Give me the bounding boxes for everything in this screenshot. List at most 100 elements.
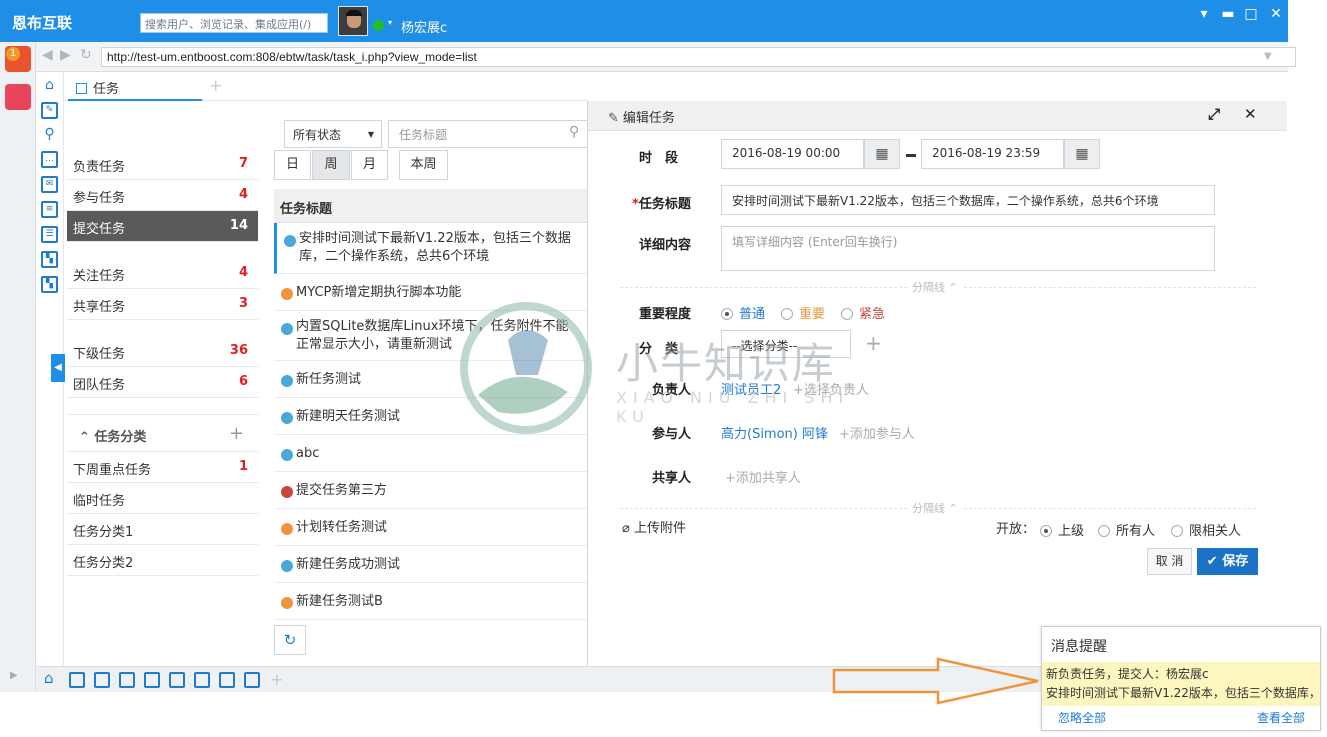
category-item[interactable]: 任务分类2 xyxy=(67,545,258,576)
calendar-icon[interactable]: ▦ xyxy=(1064,139,1100,169)
back-icon[interactable]: ◀ xyxy=(42,47,53,63)
tree-app-icon[interactable] xyxy=(5,84,31,110)
start-time-input[interactable]: 2016-08-19 00:00 xyxy=(721,139,864,169)
menu-item-responsible[interactable]: 负责任务 7 xyxy=(67,149,258,180)
minimize-icon[interactable]: ▬ xyxy=(1220,6,1236,22)
cancel-button[interactable]: 取 消 xyxy=(1147,548,1192,575)
view-day-button[interactable]: 日 xyxy=(274,150,311,180)
task-row[interactable]: 安排时间测试下最新V1.22版本，包括三个数据库，二个操作系统，总共6个环境 xyxy=(274,223,588,274)
refresh-icon[interactable]: ↻ xyxy=(274,625,306,655)
category-item[interactable]: 下周重点任务 1 xyxy=(67,452,258,483)
add-tab-icon[interactable]: + xyxy=(209,76,222,95)
menu-item-participate[interactable]: 参与任务 4 xyxy=(67,180,258,211)
search-icon[interactable]: ⚲ xyxy=(41,126,58,143)
avatar[interactable] xyxy=(338,6,368,36)
grid-icon[interactable]: ▚ xyxy=(41,251,58,268)
notification-message[interactable]: 新负责任务，提交人：杨宏展c 安排时间测试下最新V1.22版本，包括三个数据库，… xyxy=(1042,662,1320,706)
select-owner-link[interactable]: +选择负责人 xyxy=(793,379,869,398)
user-name[interactable]: 杨宏展c xyxy=(401,17,447,36)
task-title-input[interactable]: 安排时间测试下最新V1.22版本，包括三个数据库，二个操作系统，总共6个环境 xyxy=(721,185,1215,215)
task-row[interactable]: 新建任务成功测试 xyxy=(274,546,588,583)
url-dropdown-icon[interactable]: ▼ xyxy=(1264,51,1272,62)
separator-toggle[interactable]: 分隔线 ⌃ xyxy=(908,279,962,295)
menu-item-team[interactable]: 团队任务 6 xyxy=(67,367,258,398)
mail-icon[interactable]: ✉ xyxy=(41,176,58,193)
task-row[interactable]: 内置SQLite数据库Linux环境下，任务附件不能正常显示大小，请重新测试 xyxy=(274,311,588,361)
upload-attachment-link[interactable]: ⌀ 上传附件 xyxy=(622,517,686,536)
status-dropdown-icon[interactable]: ▾ xyxy=(388,18,392,27)
importance-important-radio[interactable]: 重要 xyxy=(781,303,825,322)
search-icon[interactable]: ⚲ xyxy=(569,124,579,140)
view-all-link[interactable]: 查看全部 xyxy=(1257,709,1305,726)
menu-item-submitted[interactable]: 提交任务 14 xyxy=(67,211,258,242)
list-icon[interactable] xyxy=(169,672,185,688)
collapse-sidebar-icon[interactable]: ◀ xyxy=(51,354,65,382)
menu-item-shared[interactable]: 共享任务 3 xyxy=(67,289,258,320)
task-row[interactable]: 新建任务测试B xyxy=(274,583,588,620)
importance-urgent-radio[interactable]: 紧急 xyxy=(841,303,885,322)
calendar-icon[interactable]: ▦ xyxy=(864,139,900,169)
fullscreen-icon[interactable]: ⤢ xyxy=(1208,105,1220,123)
global-search-input[interactable]: 搜索用户、浏览记录、集成应用(/) xyxy=(140,13,328,33)
grid-alt-icon[interactable]: ▚ xyxy=(41,276,58,293)
grid-alt-icon[interactable] xyxy=(244,672,260,688)
dropdown-menu-icon[interactable]: ▾ xyxy=(1196,6,1212,22)
open-everyone-radio[interactable]: 所有人 xyxy=(1098,520,1155,539)
owner-link[interactable]: 测试员工2 xyxy=(721,379,781,398)
reload-icon[interactable]: ↻ xyxy=(80,47,92,63)
edit-icon[interactable] xyxy=(69,672,85,688)
online-status-icon[interactable] xyxy=(373,20,384,31)
task-row[interactable]: 提交任务第三方 xyxy=(274,472,588,509)
category-select[interactable]: --选择分类-- xyxy=(721,330,851,358)
add-category-icon[interactable]: + xyxy=(229,423,244,444)
menu-item-subordinate[interactable]: 下级任务 36 xyxy=(67,336,258,367)
document-icon[interactable] xyxy=(144,672,160,688)
url-input[interactable]: http://test-um.entboost.com:808/ebtw/tas… xyxy=(101,47,1296,67)
status-select[interactable]: 所有状态 ▼ xyxy=(284,120,382,148)
category-item[interactable]: 临时任务 xyxy=(67,483,258,514)
grid-icon[interactable] xyxy=(219,672,235,688)
close-icon[interactable]: ✕ xyxy=(1268,6,1284,22)
task-row[interactable]: 计划转任务测试 xyxy=(274,509,588,546)
grid-icon[interactable] xyxy=(94,672,110,688)
mail-icon[interactable] xyxy=(119,672,135,688)
participant-link[interactable]: 阿锋 xyxy=(802,423,828,442)
message-icon[interactable]: … xyxy=(41,151,58,168)
open-related-radio[interactable]: 限相关人 xyxy=(1171,520,1241,539)
home-icon[interactable]: ⌂ xyxy=(41,77,58,94)
tab-task[interactable]: 任务 xyxy=(68,72,202,101)
list-icon[interactable]: ☰ xyxy=(41,226,58,243)
maximize-icon[interactable]: □ xyxy=(1243,6,1259,22)
expand-rail-icon[interactable]: ▶ xyxy=(10,670,18,681)
close-panel-icon[interactable]: ✕ xyxy=(1244,105,1257,123)
document-icon[interactable]: ≡ xyxy=(41,201,58,218)
category-item[interactable]: 任务分类1 xyxy=(67,514,258,545)
this-week-button[interactable]: 本周 xyxy=(399,150,448,180)
app-launcher-icon[interactable]: 1 xyxy=(5,46,31,72)
separator-toggle[interactable]: 分隔线 ⌃ xyxy=(908,500,962,516)
participant-link[interactable]: 高力(Simon) xyxy=(721,423,798,442)
view-week-button[interactable]: 周 xyxy=(312,150,350,180)
task-title-search-input[interactable]: 任务标题 xyxy=(388,120,588,148)
forward-icon[interactable]: ▶ xyxy=(60,47,71,63)
importance-normal-radio[interactable]: 普通 xyxy=(721,303,765,322)
task-row[interactable]: MYCP新增定期执行脚本功能 xyxy=(274,274,588,311)
task-row[interactable]: abc xyxy=(274,435,588,472)
add-participant-link[interactable]: +添加参与人 xyxy=(839,423,915,442)
add-app-icon[interactable]: + xyxy=(270,670,283,689)
add-sharer-link[interactable]: +添加共享人 xyxy=(725,467,801,486)
category-header[interactable]: ⌃ 任务分类 + xyxy=(67,414,258,452)
ignore-all-link[interactable]: 忽略全部 xyxy=(1058,709,1106,726)
home-icon[interactable]: ⌂ xyxy=(44,669,60,687)
grid-alt-icon[interactable] xyxy=(194,672,210,688)
menu-item-followed[interactable]: 关注任务 4 xyxy=(67,258,258,289)
view-month-button[interactable]: 月 xyxy=(351,150,388,180)
open-superior-radio[interactable]: 上级 xyxy=(1040,520,1084,539)
detail-textarea[interactable]: 填写详细内容 (Enter回车换行) xyxy=(721,226,1215,271)
task-row[interactable]: 新建明天任务测试 xyxy=(274,398,588,435)
edit-icon[interactable]: ✎ xyxy=(41,102,58,119)
task-row[interactable]: 新任务测试 xyxy=(274,361,588,398)
add-category-icon[interactable]: + xyxy=(865,331,882,355)
end-time-input[interactable]: 2016-08-19 23:59 xyxy=(921,139,1064,169)
save-button[interactable]: ✔ 保存 xyxy=(1197,548,1258,575)
